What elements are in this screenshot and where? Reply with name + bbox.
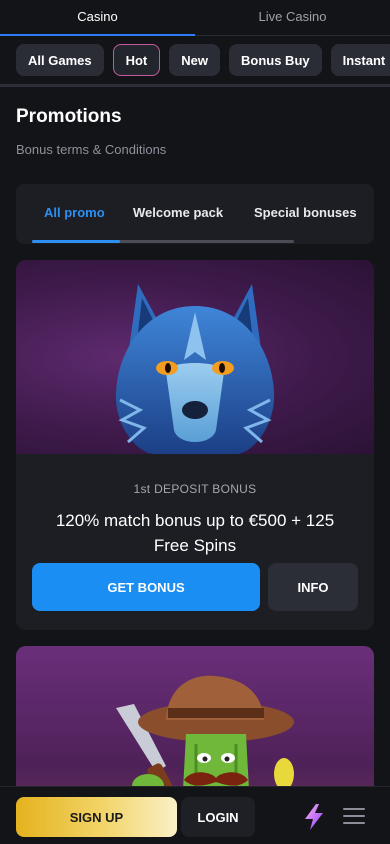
chip-bonus-buy[interactable]: Bonus Buy <box>229 44 322 76</box>
info-button[interactable]: INFO <box>268 563 358 611</box>
chip-hot[interactable]: Hot <box>112 44 161 76</box>
promo-card: 1st DEPOSIT BONUS 120% match bonus up to… <box>16 260 374 630</box>
promo-headline: 120% match bonus up to €500 + 125 Free S… <box>55 511 335 555</box>
sign-up-button[interactable]: SIGN UP <box>16 797 177 837</box>
get-bonus-button[interactable]: GET BONUS <box>32 563 260 611</box>
top-tabs: Casino Live Casino <box>0 0 390 36</box>
tab-divider-line <box>195 35 390 36</box>
chip-instant[interactable]: Instant <box>330 44 390 76</box>
hamburger-menu-icon[interactable] <box>343 807 365 825</box>
promo-image-wolf <box>16 260 374 454</box>
wolf-illustration <box>115 284 275 454</box>
tab-special-bonuses[interactable]: Special bonuses <box>254 205 357 220</box>
lightning-icon[interactable] <box>302 804 326 830</box>
active-tab-indicator <box>32 240 120 243</box>
section-divider <box>0 84 390 87</box>
category-chips: All Games Hot New Bonus Buy Instant <box>16 44 390 76</box>
tab-live-casino[interactable]: Live Casino <box>195 0 390 36</box>
page-title: Promotions <box>16 106 122 127</box>
tab-all-promo[interactable]: All promo <box>44 205 105 220</box>
tab-casino[interactable]: Casino <box>0 0 195 36</box>
login-button[interactable]: LOGIN <box>181 797 255 837</box>
bottom-bar: SIGN UP LOGIN <box>0 786 390 844</box>
tab-welcome-pack[interactable]: Welcome pack <box>133 205 223 220</box>
chip-all-games[interactable]: All Games <box>16 44 104 76</box>
bonus-terms-link[interactable]: Bonus terms & Conditions <box>16 142 166 157</box>
promo-tabs: All promo Welcome pack Special bonuses <box>16 184 374 244</box>
chip-new[interactable]: New <box>169 44 220 76</box>
promo-subtitle: 1st DEPOSIT BONUS <box>133 482 257 496</box>
